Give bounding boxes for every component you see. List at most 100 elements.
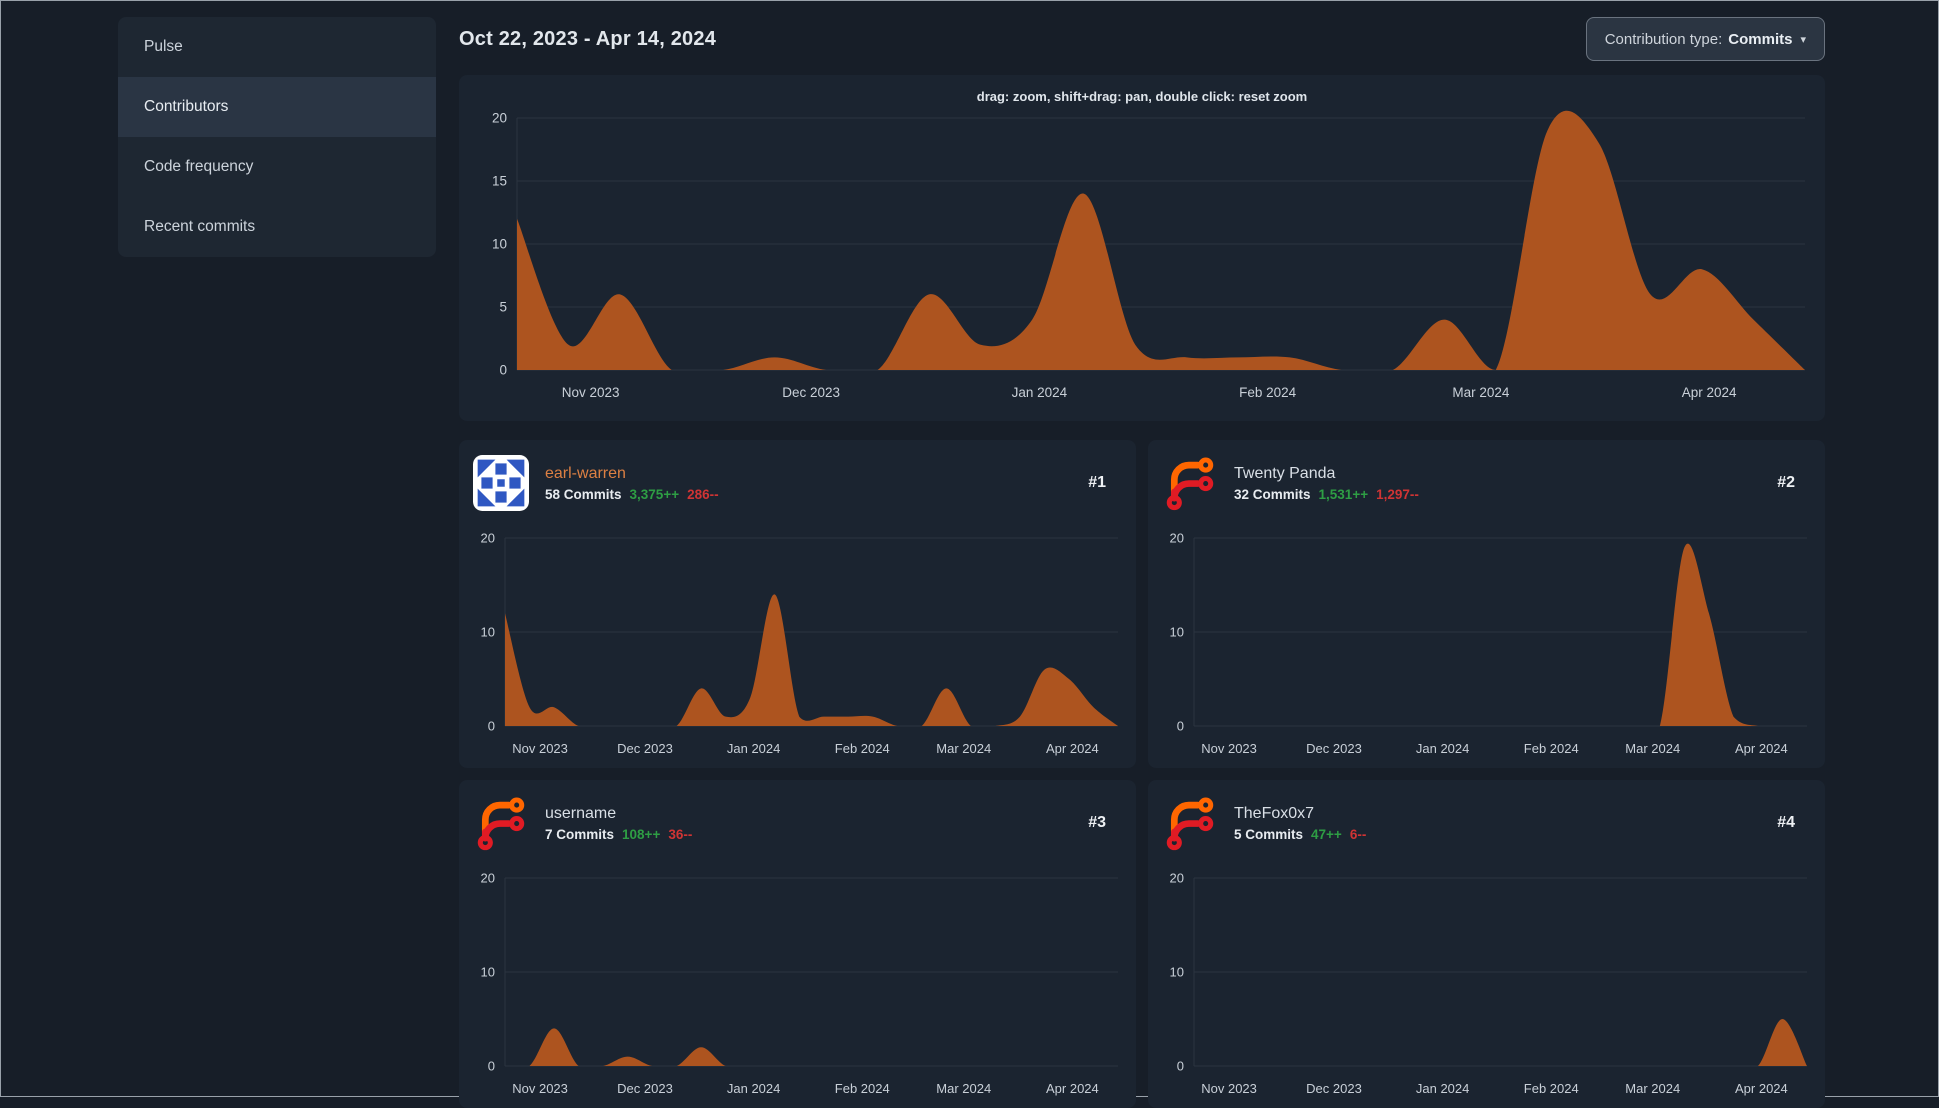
contributor-stats: 32 Commits 1,531++ 1,297-- <box>1234 487 1419 502</box>
contributor-chart[interactable]: 0 10 20 Nov 2023 Dec 2023 Jan 2024 Feb 2024 Mar… <box>459 866 1136 1108</box>
contributor-commit-count: 7 Commits <box>545 826 615 842</box>
svg-text:0: 0 <box>499 363 507 378</box>
svg-text:Jan 2024: Jan 2024 <box>1012 385 1068 400</box>
svg-text:Jan 2024: Jan 2024 <box>1416 741 1470 756</box>
svg-text:Feb 2024: Feb 2024 <box>835 1081 890 1096</box>
contributor-commit-count: 58 Commits <box>545 486 622 502</box>
sidebar-item-pulse[interactable]: Pulse <box>118 17 436 77</box>
svg-text:Mar 2024: Mar 2024 <box>1625 741 1680 756</box>
contributor-card-header: TheFox0x7 5 Commits 47++ 6-- #4 <box>1148 780 1825 866</box>
date-range-title: Oct 22, 2023 - Apr 14, 2024 <box>459 27 717 50</box>
contributor-deletions: 36-- <box>668 826 693 842</box>
contributor-stats: 5 Commits 47++ 6-- <box>1234 827 1366 842</box>
chart-zoom-hint: drag: zoom, shift+drag: pan, double clic… <box>976 89 1308 104</box>
contributor-name[interactable]: TheFox0x7 <box>1234 805 1366 823</box>
sidebar-item-contributors[interactable]: Contributors <box>118 77 436 137</box>
contributor-additions: 3,375++ <box>629 486 680 502</box>
contributor-chart[interactable]: 0 10 20 Nov 2023 Dec 2023 Jan 2024 Feb 2024 Mar… <box>1148 526 1825 768</box>
contributor-name[interactable]: earl-warren <box>545 465 719 483</box>
contributor-rank: #1 <box>1088 474 1106 491</box>
svg-text:0: 0 <box>1177 1059 1184 1074</box>
svg-text:Mar 2024: Mar 2024 <box>936 1081 991 1096</box>
contributor-name[interactable]: username <box>545 805 692 823</box>
contributor-chart[interactable]: 0 10 20 Nov 2023 Dec 2023 Jan 2024 Feb 2024 Mar… <box>459 526 1136 768</box>
svg-text:0: 0 <box>488 1059 495 1074</box>
svg-text:20: 20 <box>1170 871 1184 886</box>
svg-text:Nov 2023: Nov 2023 <box>562 385 620 400</box>
contributor-deletions: 6-- <box>1349 826 1367 842</box>
svg-text:Jan 2024: Jan 2024 <box>1416 1081 1470 1096</box>
svg-text:Apr 2024: Apr 2024 <box>1735 741 1788 756</box>
svg-text:Feb 2024: Feb 2024 <box>835 741 890 756</box>
forgejo-logo-avatar[interactable] <box>473 795 529 851</box>
svg-text:Dec 2023: Dec 2023 <box>1306 1081 1362 1096</box>
contributor-commit-count: 5 Commits <box>1234 826 1304 842</box>
svg-text:Dec 2023: Dec 2023 <box>617 741 673 756</box>
svg-text:Jan 2024: Jan 2024 <box>727 1081 781 1096</box>
svg-text:10: 10 <box>1170 965 1184 980</box>
contributor-stats: 7 Commits 108++ 36-- <box>545 827 692 842</box>
svg-text:15: 15 <box>492 174 507 189</box>
svg-text:10: 10 <box>492 237 507 252</box>
svg-text:Mar 2024: Mar 2024 <box>1452 385 1510 400</box>
svg-text:Feb 2024: Feb 2024 <box>1524 1081 1579 1096</box>
overall-contributions-chart[interactable]: 0 5 10 15 20 Nov 2023 Dec 2023 Jan 2024 Feb 2024… <box>459 104 1825 421</box>
forgejo-logo-avatar[interactable] <box>1162 795 1218 851</box>
svg-text:Apr 2024: Apr 2024 <box>1046 1081 1099 1096</box>
svg-text:Jan 2024: Jan 2024 <box>727 741 781 756</box>
svg-text:Apr 2024: Apr 2024 <box>1046 741 1099 756</box>
contributor-card: username 7 Commits 108++ 36-- #3 0 10 20 No… <box>459 780 1136 1108</box>
sidebar-item-label: Recent commits <box>144 218 256 235</box>
contribution-type-label: Contribution type: <box>1604 30 1723 48</box>
svg-text:Apr 2024: Apr 2024 <box>1682 385 1737 400</box>
svg-text:20: 20 <box>481 531 495 546</box>
chevron-down-icon: ▾ <box>1800 33 1806 46</box>
svg-text:Dec 2023: Dec 2023 <box>1306 741 1362 756</box>
header-row: Oct 22, 2023 - Apr 14, 2024 Contribution… <box>459 17 1825 61</box>
sidebar-item-label: Contributors <box>144 98 229 115</box>
contributor-identity: earl-warren 58 Commits 3,375++ 286-- <box>545 465 719 502</box>
contributor-card-header: username 7 Commits 108++ 36-- #3 <box>459 780 1136 866</box>
contributor-name[interactable]: Twenty Panda <box>1234 465 1419 483</box>
contributor-identity: username 7 Commits 108++ 36-- <box>545 805 692 842</box>
contributor-commit-count: 32 Commits <box>1234 486 1311 502</box>
contribution-type-value: Commits <box>1728 30 1793 48</box>
svg-text:20: 20 <box>1170 531 1184 546</box>
svg-text:Apr 2024: Apr 2024 <box>1735 1081 1788 1096</box>
contributor-additions: 108++ <box>622 826 661 842</box>
svg-text:20: 20 <box>481 871 495 886</box>
contribution-type-dropdown[interactable]: Contribution type: Commits ▾ <box>1585 17 1825 61</box>
contributor-rank: #4 <box>1777 814 1795 831</box>
contributor-card: earl-warren 58 Commits 3,375++ 286-- #1 … <box>459 440 1136 768</box>
contributors-main: Oct 22, 2023 - Apr 14, 2024 Contribution… <box>459 1 1825 1108</box>
svg-text:Mar 2024: Mar 2024 <box>936 741 991 756</box>
contributor-identity: Twenty Panda 32 Commits 1,531++ 1,297-- <box>1234 465 1419 502</box>
contributor-cards-grid: earl-warren 58 Commits 3,375++ 286-- #1 … <box>459 440 1825 1108</box>
identicon-avatar[interactable] <box>473 455 529 511</box>
contributor-additions: 1,531++ <box>1318 486 1369 502</box>
contributor-card: TheFox0x7 5 Commits 47++ 6-- #4 0 10 20 Nov… <box>1148 780 1825 1108</box>
svg-text:10: 10 <box>481 625 495 640</box>
contributor-rank: #2 <box>1777 474 1795 491</box>
app-frame: { "page": { "title_date_range": "Oct 22,… <box>0 0 1939 1108</box>
contributor-rank: #3 <box>1088 814 1106 831</box>
svg-text:Nov 2023: Nov 2023 <box>1201 741 1257 756</box>
svg-text:Feb 2024: Feb 2024 <box>1524 741 1579 756</box>
svg-text:20: 20 <box>492 111 507 126</box>
contributor-card: Twenty Panda 32 Commits 1,531++ 1,297-- … <box>1148 440 1825 768</box>
svg-text:Mar 2024: Mar 2024 <box>1625 1081 1680 1096</box>
contributor-card-header: earl-warren 58 Commits 3,375++ 286-- #1 <box>459 440 1136 526</box>
repo-activity-sidebar: Pulse Contributors Code frequency Recent… <box>118 17 436 257</box>
sidebar-item-code-frequency[interactable]: Code frequency <box>118 137 436 197</box>
svg-text:Dec 2023: Dec 2023 <box>617 1081 673 1096</box>
svg-text:Nov 2023: Nov 2023 <box>512 741 568 756</box>
forgejo-logo-avatar[interactable] <box>1162 455 1218 511</box>
overall-contributions-panel: drag: zoom, shift+drag: pan, double clic… <box>459 75 1825 421</box>
contributor-stats: 58 Commits 3,375++ 286-- <box>545 487 719 502</box>
svg-text:10: 10 <box>481 965 495 980</box>
svg-text:0: 0 <box>488 719 495 734</box>
contributor-chart[interactable]: 0 10 20 Nov 2023 Dec 2023 Jan 2024 Feb 2024 Mar… <box>1148 866 1825 1108</box>
svg-text:Nov 2023: Nov 2023 <box>1201 1081 1257 1096</box>
sidebar-item-recent-commits[interactable]: Recent commits <box>118 197 436 257</box>
contributor-additions: 47++ <box>1311 826 1342 842</box>
